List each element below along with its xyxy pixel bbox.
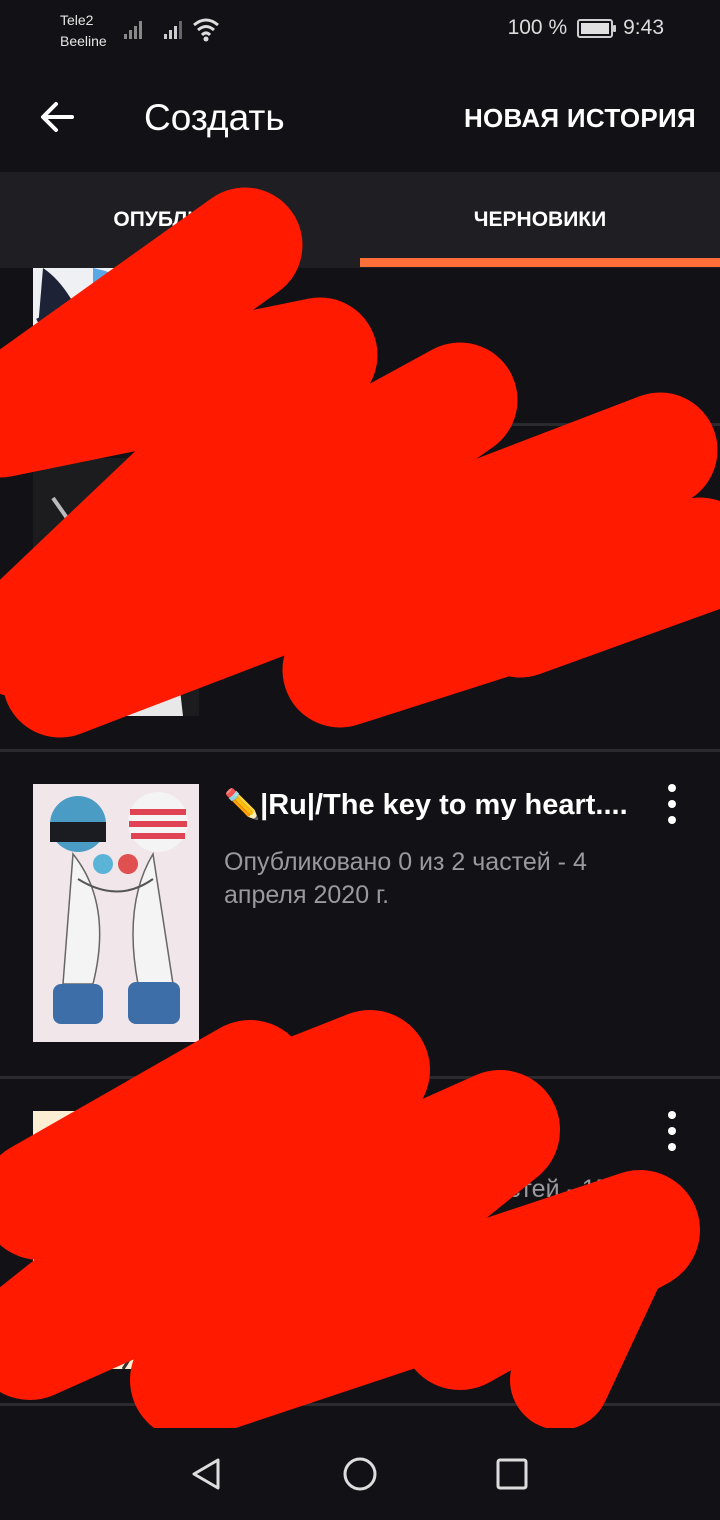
story-list: ✏️|Ru|/The key to my heart.... Опубликов…	[0, 268, 720, 1428]
story-meta: Опубликовано 0 из 2 частей - 4 апреля 20…	[224, 848, 587, 909]
back-icon[interactable]	[188, 1456, 224, 1492]
tab-published[interactable]: ОПУБЛИКОВ	[0, 172, 360, 268]
arrow-left-icon[interactable]	[36, 96, 78, 138]
carrier-2: Beeline	[60, 33, 107, 49]
carrier-names: Tele2 Beeline	[60, 10, 107, 52]
story-title: ати	[350, 1115, 399, 1147]
tab-indicator	[360, 258, 720, 267]
status-bar: Tele2 Beeline 100 % 9:43	[0, 0, 720, 70]
signal-icon	[164, 21, 182, 39]
list-item[interactable]: ати стей - 15	[0, 1079, 720, 1403]
list-item[interactable]	[0, 268, 720, 423]
battery-icon	[577, 18, 617, 38]
list-item[interactable]: ✏️|Ru|/The key to my heart.... Опубликов…	[0, 752, 720, 1076]
story-cover	[33, 268, 199, 388]
page-title: Создать	[144, 97, 285, 138]
recents-icon[interactable]	[494, 1456, 530, 1492]
clock: 9:43	[623, 16, 664, 39]
battery-percent: 100 %	[507, 16, 568, 39]
story-title: ✏️|Ru|/The key to my heart....	[224, 789, 628, 821]
carrier-1: Tele2	[60, 12, 94, 28]
divider	[0, 1403, 720, 1406]
story-cover	[33, 784, 199, 1042]
list-item[interactable]	[0, 426, 720, 749]
tab-drafts[interactable]: ЧЕРНОВИКИ	[360, 172, 720, 268]
wifi-icon	[193, 18, 219, 42]
story-cover	[33, 458, 199, 716]
more-options-icon[interactable]	[660, 1111, 684, 1151]
story-meta: стей - 15	[508, 1175, 610, 1203]
signal-icon	[124, 21, 142, 39]
more-options-icon[interactable]	[660, 784, 684, 824]
tab-bar: ОПУБЛИКОВ ЧЕРНОВИКИ	[0, 172, 720, 268]
new-story-button[interactable]: НОВАЯ ИСТОРИЯ	[464, 103, 696, 134]
story-cover	[33, 1111, 199, 1369]
home-icon[interactable]	[342, 1456, 378, 1492]
app-bar: Создать НОВАЯ ИСТОРИЯ	[0, 70, 720, 172]
system-nav-bar	[0, 1428, 720, 1520]
